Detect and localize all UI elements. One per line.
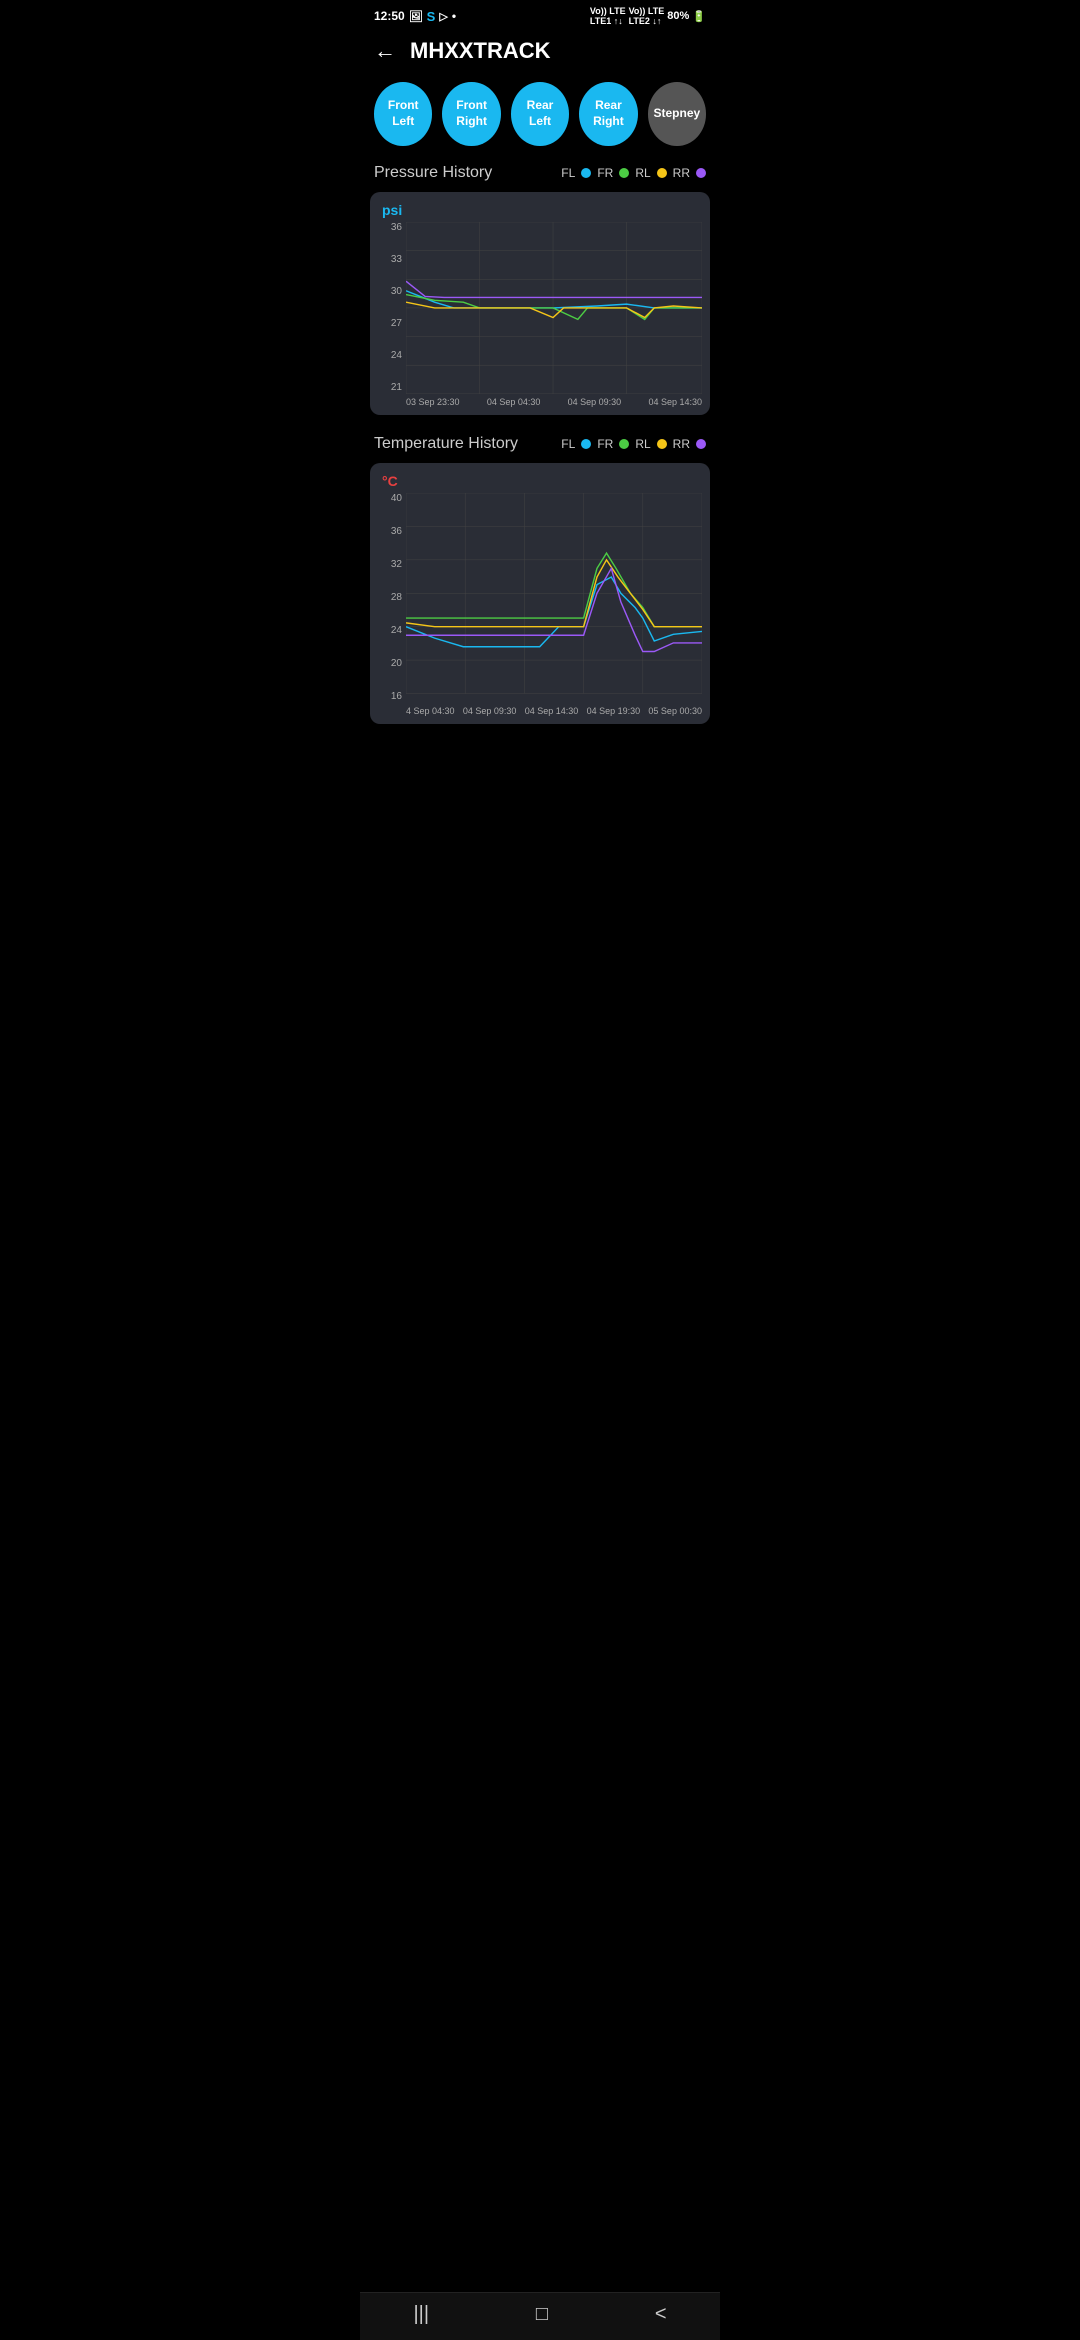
nav-recents-icon[interactable]: ||| (413, 2303, 429, 2326)
tire-selector: FrontLeft FrontRight RearLeft RearRight … (360, 74, 720, 160)
status-bar: 12:50 🖼 S ▷ • Vo)) LTELTE1 ↑↓ Vo)) LTELT… (360, 0, 720, 30)
temperature-title: Temperature History (374, 435, 518, 453)
rr-label: RR (673, 166, 690, 180)
temperature-unit: °C (378, 473, 702, 489)
battery-icon: 🔋 (692, 10, 706, 23)
pressure-title: Pressure History (374, 164, 492, 182)
t-rl-dot (657, 439, 667, 449)
back-button[interactable]: ← (374, 38, 396, 64)
signal2-label: Vo)) LTELTE2 ↓↑ (629, 6, 665, 26)
time-label: 12:50 (374, 9, 405, 23)
btn-front-left[interactable]: FrontLeft (374, 82, 432, 146)
rl-dot (657, 168, 667, 178)
pressure-chart-area: 03 Sep 23:30 04 Sep 04:30 04 Sep 09:30 0… (406, 222, 702, 407)
fl-dot (581, 168, 591, 178)
t-fr-dot (619, 439, 629, 449)
t-fr-label: FR (597, 437, 613, 451)
photo-icon: 🖼 (409, 10, 423, 23)
rl-label: RL (635, 166, 650, 180)
fr-label: FR (597, 166, 613, 180)
rr-dot (696, 168, 706, 178)
pressure-x-axis: 03 Sep 23:30 04 Sep 04:30 04 Sep 09:30 0… (406, 394, 702, 407)
status-right: Vo)) LTELTE1 ↑↓ Vo)) LTELTE2 ↓↑ 80% 🔋 (590, 6, 706, 26)
fl-label: FL (561, 166, 575, 180)
btn-rear-right[interactable]: RearRight (579, 82, 637, 146)
pressure-y-axis: 36 33 30 27 24 21 (378, 222, 402, 407)
play-icon: ▷ (439, 10, 447, 23)
battery-label: 80% (667, 10, 689, 22)
bottom-navigation: ||| □ < (360, 2292, 720, 2340)
dot-icon: • (452, 9, 456, 23)
nav-home-icon[interactable]: □ (536, 2303, 548, 2326)
signal1-label: Vo)) LTELTE1 ↑↓ (590, 6, 626, 26)
temperature-legend: FL FR RL RR (561, 437, 706, 451)
temperature-chart-container: °C 40 36 32 28 24 20 16 (370, 463, 710, 724)
t-fl-label: FL (561, 437, 575, 451)
pressure-svg (406, 222, 702, 394)
temperature-y-axis: 40 36 32 28 24 20 16 (378, 493, 402, 716)
page-title: MHXXTRACK (410, 38, 551, 64)
s-icon: S (427, 9, 436, 24)
pressure-chart-container: psi 36 33 30 27 24 21 (370, 192, 710, 415)
t-fl-dot (581, 439, 591, 449)
status-time: 12:50 🖼 S ▷ • (374, 9, 456, 24)
btn-front-right[interactable]: FrontRight (442, 82, 500, 146)
temperature-chart-area: 4 Sep 04:30 04 Sep 09:30 04 Sep 14:30 04… (406, 493, 702, 716)
pressure-section-header: Pressure History FL FR RL RR (360, 160, 720, 188)
pressure-unit: psi (378, 202, 702, 218)
pressure-legend: FL FR RL RR (561, 166, 706, 180)
temperature-x-axis: 4 Sep 04:30 04 Sep 09:30 04 Sep 14:30 04… (406, 703, 702, 716)
t-rr-dot (696, 439, 706, 449)
app-header: ← MHXXTRACK (360, 30, 720, 74)
temperature-svg (406, 493, 702, 703)
btn-stepney[interactable]: Stepney (648, 82, 706, 146)
t-rr-label: RR (673, 437, 690, 451)
t-rl-label: RL (635, 437, 650, 451)
nav-back-icon[interactable]: < (655, 2303, 667, 2326)
btn-rear-left[interactable]: RearLeft (511, 82, 569, 146)
fr-dot (619, 168, 629, 178)
temperature-section-header: Temperature History FL FR RL RR (360, 431, 720, 459)
